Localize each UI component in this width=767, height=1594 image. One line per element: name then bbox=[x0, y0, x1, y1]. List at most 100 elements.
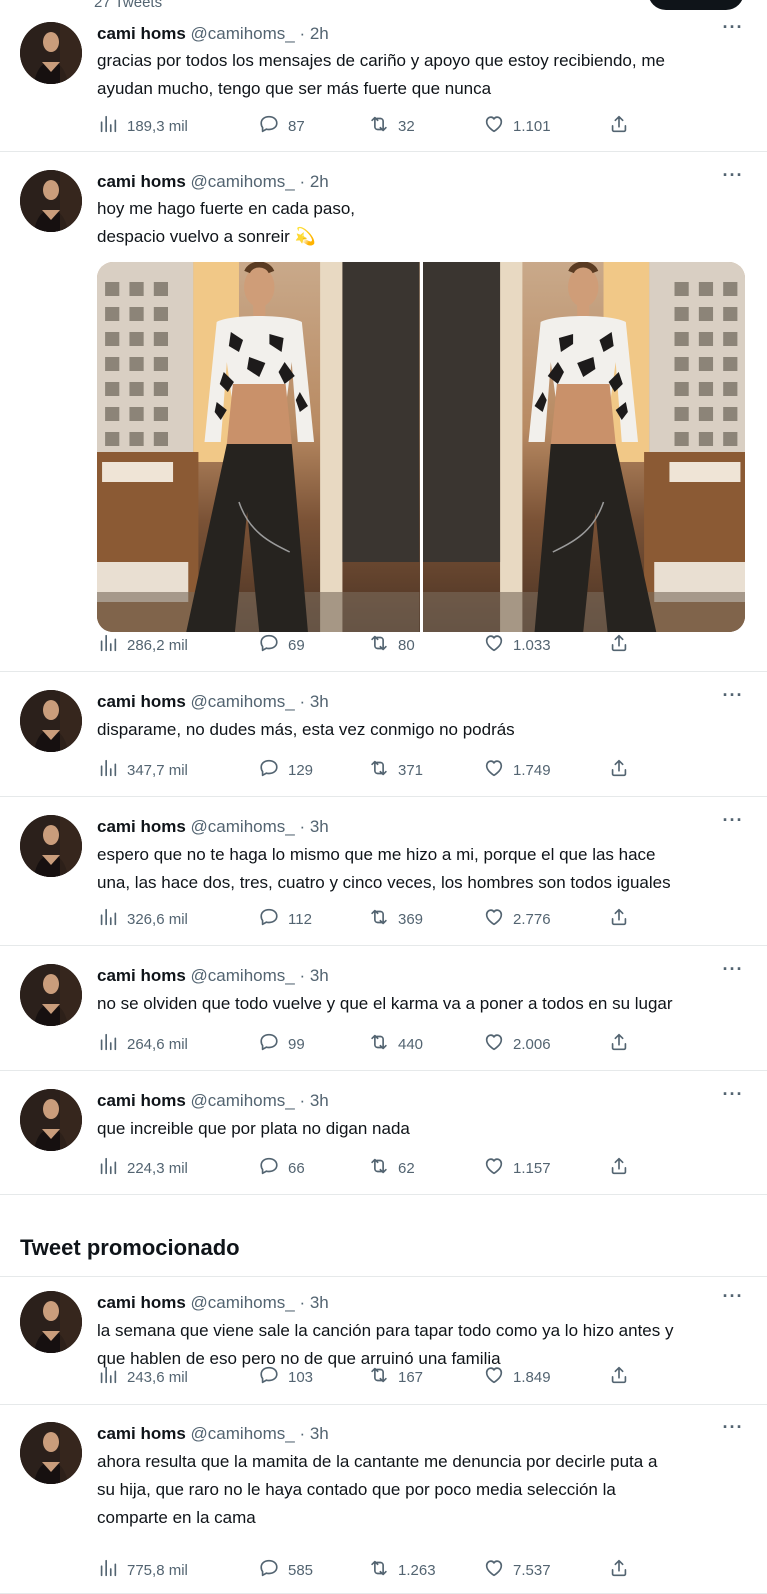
tweet-time[interactable]: 3h bbox=[310, 1293, 329, 1312]
author-name[interactable]: cami homs bbox=[97, 1424, 186, 1443]
tweet[interactable]: cami homs @camihoms_ · 3h ··· la semana qu… bbox=[0, 1277, 767, 1405]
more-icon[interactable]: ··· bbox=[718, 811, 748, 833]
author-handle[interactable]: @camihoms_ bbox=[191, 172, 295, 191]
author-handle[interactable]: @camihoms_ bbox=[191, 817, 295, 836]
author-name[interactable]: cami homs bbox=[97, 692, 186, 711]
author-name[interactable]: cami homs bbox=[97, 817, 186, 836]
avatar[interactable] bbox=[20, 1089, 82, 1151]
like-button[interactable]: 7.537 bbox=[483, 1557, 551, 1583]
tweet[interactable]: cami homs @camihoms_ · 3h ··· disparame, n… bbox=[0, 672, 767, 797]
avatar[interactable] bbox=[20, 815, 82, 877]
more-icon[interactable]: ··· bbox=[718, 166, 748, 188]
views-button[interactable]: 347,7 mil bbox=[97, 757, 188, 783]
author-handle[interactable]: @camihoms_ bbox=[191, 692, 295, 711]
retweet-count: 62 bbox=[398, 1159, 415, 1177]
reply-button[interactable]: 103 bbox=[258, 1364, 313, 1390]
tweet[interactable]: cami homs @camihoms_ · 2h ··· hoy me hago … bbox=[0, 152, 767, 672]
like-button[interactable]: 2.776 bbox=[483, 906, 551, 932]
tweet-photo[interactable] bbox=[422, 262, 745, 632]
share-button[interactable] bbox=[608, 1557, 630, 1583]
reply-button[interactable]: 66 bbox=[258, 1155, 305, 1181]
like-button[interactable]: 2.006 bbox=[483, 1031, 551, 1057]
author-name[interactable]: cami homs bbox=[97, 24, 186, 43]
tweet-time[interactable]: 3h bbox=[310, 1424, 329, 1443]
like-button[interactable]: 1.101 bbox=[483, 113, 551, 139]
like-button[interactable]: 1.749 bbox=[483, 757, 551, 783]
more-icon[interactable]: ··· bbox=[718, 18, 748, 40]
tweet[interactable]: cami homs @camihoms_ · 3h ··· ahora result… bbox=[0, 1405, 767, 1594]
author-handle[interactable]: @camihoms_ bbox=[191, 24, 295, 43]
retweet-button[interactable]: 32 bbox=[368, 113, 415, 139]
tweet[interactable]: cami homs @camihoms_ · 3h ··· no se olvide… bbox=[0, 946, 767, 1071]
tweet-time[interactable]: 3h bbox=[310, 817, 329, 836]
tweet-time[interactable]: 2h bbox=[310, 24, 329, 43]
avatar[interactable] bbox=[20, 22, 82, 84]
avatar[interactable] bbox=[20, 170, 82, 232]
author-handle[interactable]: @camihoms_ bbox=[191, 966, 295, 985]
tweet-time[interactable]: 3h bbox=[310, 966, 329, 985]
reply-count: 112 bbox=[288, 910, 312, 928]
reply-button[interactable]: 69 bbox=[258, 632, 305, 658]
views-icon bbox=[97, 113, 119, 139]
more-icon[interactable]: ··· bbox=[718, 1287, 748, 1309]
like-button[interactable]: 1.033 bbox=[483, 632, 551, 658]
share-button[interactable] bbox=[608, 1364, 630, 1390]
views-button[interactable]: 326,6 mil bbox=[97, 906, 188, 932]
retweet-button[interactable]: 369 bbox=[368, 906, 423, 932]
tweet-media[interactable] bbox=[97, 262, 745, 632]
share-button[interactable] bbox=[608, 632, 630, 658]
like-button[interactable]: 1.849 bbox=[483, 1364, 551, 1390]
separator: · bbox=[294, 817, 310, 836]
reply-button[interactable]: 87 bbox=[258, 113, 305, 139]
more-icon[interactable]: ··· bbox=[718, 960, 748, 982]
tweet[interactable]: cami homs @camihoms_ · 2h ··· gracias por … bbox=[0, 14, 767, 152]
share-button[interactable] bbox=[608, 757, 630, 783]
views-button[interactable]: 775,8 mil bbox=[97, 1557, 188, 1583]
share-button[interactable] bbox=[608, 1155, 630, 1181]
views-button[interactable]: 224,3 mil bbox=[97, 1155, 188, 1181]
tweet-photo[interactable] bbox=[97, 262, 420, 632]
avatar[interactable] bbox=[20, 690, 82, 752]
avatar[interactable] bbox=[20, 964, 82, 1026]
like-button[interactable]: 1.157 bbox=[483, 1155, 551, 1181]
more-icon[interactable]: ··· bbox=[718, 686, 748, 708]
views-button[interactable]: 189,3 mil bbox=[97, 113, 188, 139]
reply-button[interactable]: 129 bbox=[258, 757, 313, 783]
tweet[interactable]: cami homs @camihoms_ · 3h ··· que increibl… bbox=[0, 1071, 767, 1195]
avatar[interactable] bbox=[20, 1422, 82, 1484]
author-name[interactable]: cami homs bbox=[97, 172, 186, 191]
author-handle[interactable]: @camihoms_ bbox=[191, 1091, 295, 1110]
share-button[interactable] bbox=[608, 113, 630, 139]
tweet-header: cami homs @camihoms_ · 3h bbox=[97, 966, 329, 986]
author-handle[interactable]: @camihoms_ bbox=[191, 1293, 295, 1312]
author-name[interactable]: cami homs bbox=[97, 966, 186, 985]
reply-button[interactable]: 99 bbox=[258, 1031, 305, 1057]
retweet-button[interactable]: 62 bbox=[368, 1155, 415, 1181]
retweet-button[interactable]: 80 bbox=[368, 632, 415, 658]
retweet-button[interactable]: 167 bbox=[368, 1364, 423, 1390]
tweet[interactable]: cami homs @camihoms_ · 3h ··· espero que n… bbox=[0, 797, 767, 946]
author-name[interactable]: cami homs bbox=[97, 1091, 186, 1110]
retweet-button[interactable]: 1.263 bbox=[368, 1557, 436, 1583]
views-count: 347,7 mil bbox=[127, 761, 188, 779]
views-button[interactable]: 286,2 mil bbox=[97, 632, 188, 658]
tweet-time[interactable]: 2h bbox=[310, 172, 329, 191]
retweet-button[interactable]: 371 bbox=[368, 757, 423, 783]
views-button[interactable]: 264,6 mil bbox=[97, 1031, 188, 1057]
avatar[interactable] bbox=[20, 1291, 82, 1353]
tweet-time[interactable]: 3h bbox=[310, 692, 329, 711]
more-icon[interactable]: ··· bbox=[718, 1418, 748, 1440]
share-button[interactable] bbox=[608, 1031, 630, 1057]
author-name[interactable]: cami homs bbox=[97, 1293, 186, 1312]
share-icon bbox=[608, 906, 630, 932]
tweet-time[interactable]: 3h bbox=[310, 1091, 329, 1110]
views-button[interactable]: 243,6 mil bbox=[97, 1364, 188, 1390]
follow-button[interactable] bbox=[648, 0, 744, 10]
reply-button[interactable]: 112 bbox=[258, 906, 312, 932]
retweet-button[interactable]: 440 bbox=[368, 1031, 423, 1057]
author-handle[interactable]: @camihoms_ bbox=[191, 1424, 295, 1443]
more-icon[interactable]: ··· bbox=[718, 1085, 748, 1107]
retweet-icon bbox=[368, 1155, 390, 1181]
share-button[interactable] bbox=[608, 906, 630, 932]
reply-button[interactable]: 585 bbox=[258, 1557, 313, 1583]
